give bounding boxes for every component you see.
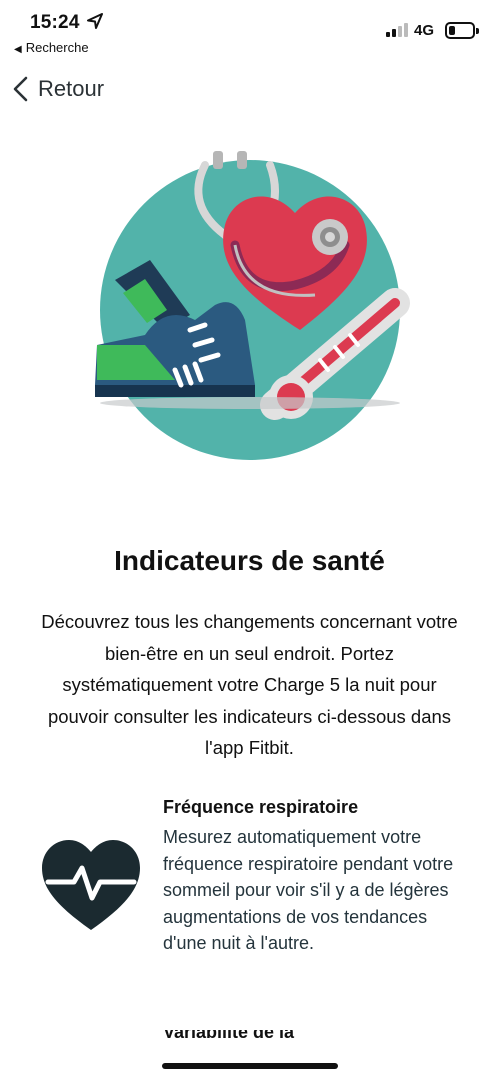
network-label: 4G [414, 22, 435, 39]
heart-pulse-icon [42, 840, 140, 930]
next-feature-title: Variabilité de la fréquence [163, 1030, 373, 1042]
page-title: Indicateurs de santé [114, 545, 385, 576]
home-indicator[interactable] [162, 1063, 338, 1069]
battery-icon [445, 22, 479, 39]
back-to-app-label: Recherche [25, 40, 89, 55]
back-button[interactable]: Retour [10, 72, 104, 106]
back-to-app-link[interactable]: ◀ Recherche [14, 40, 89, 55]
back-triangle-icon: ◀ [14, 44, 22, 55]
feature-title: Fréquence respiratoire [163, 797, 359, 817]
signal-icon [386, 23, 408, 37]
feature-description: Mesurez automatiquement votre fréquence … [163, 827, 454, 953]
next-feature-title-text: Variabilité de la fréquence [163, 1030, 295, 1042]
location-arrow-icon [87, 13, 103, 29]
status-time: 15:24 [30, 12, 80, 33]
intro-text: Découvrez tous les changements concernan… [41, 611, 458, 758]
status-bar: 15:24 ◀ Recherche 4G [0, 0, 499, 62]
back-button-label: Retour [38, 76, 105, 101]
health-illustration [95, 151, 410, 460]
chevron-left-icon [13, 76, 28, 102]
